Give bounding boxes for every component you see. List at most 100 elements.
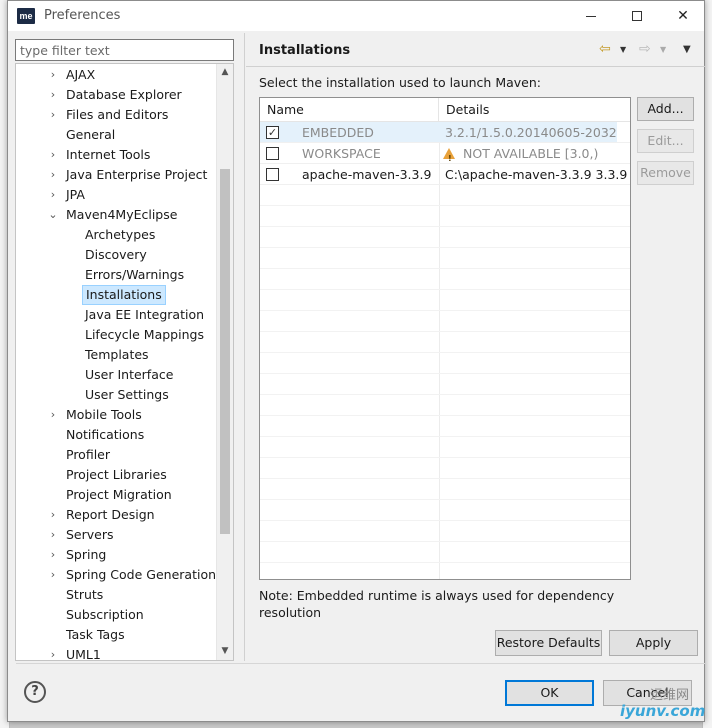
tree-item[interactable]: Task Tags <box>16 625 216 645</box>
column-header-details[interactable]: Details <box>439 98 630 122</box>
close-icon: ✕ <box>677 8 689 24</box>
help-icon[interactable]: ? <box>24 681 46 703</box>
expand-arrow-icon[interactable] <box>47 445 59 465</box>
tree-item[interactable]: › Internet Tools <box>16 145 216 165</box>
app-logo-icon: me <box>17 8 35 24</box>
tree-item-label: Errors/Warnings <box>85 267 185 282</box>
tree-item-label: UML1 <box>66 647 101 661</box>
tree-item-label: Report Design <box>66 507 155 522</box>
remove-button[interactable]: Remove <box>637 161 694 185</box>
tree-item[interactable]: Lifecycle Mappings <box>16 325 216 345</box>
tree-item[interactable]: Project Migration <box>16 485 216 505</box>
minimize-button[interactable] <box>568 1 614 31</box>
pane-divider[interactable] <box>244 33 245 661</box>
tree-item[interactable]: Errors/Warnings <box>16 265 216 285</box>
empty-table-row <box>260 395 630 416</box>
filter-input[interactable] <box>15 39 234 61</box>
tree-item[interactable]: Project Libraries <box>16 465 216 485</box>
tree-item[interactable]: Templates <box>16 345 216 365</box>
forward-menu-icon[interactable]: ▼ <box>660 45 666 54</box>
tree-item[interactable]: › Spring <box>16 545 216 565</box>
tree-item-label: Spring <box>66 547 107 562</box>
expand-arrow-icon[interactable] <box>47 125 59 145</box>
installation-name: WORKSPACE <box>302 146 381 161</box>
maximize-button[interactable] <box>614 1 660 31</box>
tree-item[interactable]: › Spring Code Generation <box>16 565 216 585</box>
table-row[interactable]: WORKSPACE ! NOT AVAILABLE [3.0,) <box>260 143 630 164</box>
expand-arrow-icon[interactable]: › <box>47 565 59 585</box>
expand-arrow-icon[interactable]: › <box>47 165 59 185</box>
expand-arrow-icon[interactable] <box>47 585 59 605</box>
column-header-name[interactable]: Name <box>260 98 439 122</box>
table-row[interactable]: apache-maven-3.3.9 C:\apache-maven-3.3.9… <box>260 164 630 185</box>
expand-arrow-icon[interactable]: › <box>47 505 59 525</box>
close-button[interactable]: ✕ <box>660 1 706 31</box>
tree-item[interactable]: Profiler <box>16 445 216 465</box>
page-header: Installations ⇦ ▼ ⇨ ▼ ▼ <box>246 33 705 67</box>
tree-item[interactable]: Struts <box>16 585 216 605</box>
tree-item[interactable]: Installations <box>16 285 216 305</box>
expand-arrow-icon[interactable]: › <box>47 65 59 85</box>
expand-arrow-icon[interactable]: › <box>47 405 59 425</box>
tree-item[interactable]: › Database Explorer <box>16 85 216 105</box>
tree-item[interactable]: › Java Enterprise Project <box>16 165 216 185</box>
expand-arrow-icon[interactable]: › <box>47 645 59 660</box>
expand-arrow-icon[interactable] <box>47 605 59 625</box>
tree-item[interactable]: › Servers <box>16 525 216 545</box>
expand-arrow-icon[interactable] <box>47 425 59 445</box>
expand-arrow-icon[interactable]: › <box>47 105 59 125</box>
scroll-down-icon[interactable]: ▼ <box>217 643 233 660</box>
tree-item-label: Profiler <box>66 447 111 462</box>
expand-arrow-icon[interactable] <box>47 465 59 485</box>
maximize-icon <box>632 11 642 21</box>
footer-separator <box>16 663 705 664</box>
window-title: Preferences <box>44 8 121 23</box>
tree-item[interactable]: › AJAX <box>16 65 216 85</box>
row-checkbox[interactable] <box>266 168 279 181</box>
tree-item[interactable]: Java EE Integration <box>16 305 216 325</box>
tree-scrollbar[interactable]: ▲ ▼ <box>216 64 233 660</box>
tree-item[interactable]: Discovery <box>16 245 216 265</box>
tree-item[interactable]: › JPA <box>16 185 216 205</box>
restore-defaults-button[interactable]: Restore Defaults <box>495 630 602 656</box>
tree-item[interactable]: › Files and Editors <box>16 105 216 125</box>
expand-arrow-icon[interactable] <box>47 625 59 645</box>
tree-item[interactable]: Archetypes <box>16 225 216 245</box>
scroll-up-icon[interactable]: ▲ <box>217 64 233 81</box>
tree-item-label: Notifications <box>66 427 145 442</box>
edit-button[interactable]: Edit... <box>637 129 694 153</box>
back-arrow-icon[interactable]: ⇦ <box>599 41 611 57</box>
tree-item-label: Internet Tools <box>66 147 151 162</box>
ok-button[interactable]: OK <box>505 680 594 706</box>
apply-button[interactable]: Apply <box>609 630 698 656</box>
tree-item[interactable]: › UML1 <box>16 645 216 661</box>
empty-table-row <box>260 332 630 353</box>
back-menu-icon[interactable]: ▼ <box>620 45 626 54</box>
expand-arrow-icon[interactable]: › <box>47 85 59 105</box>
tree-item[interactable]: › Report Design <box>16 505 216 525</box>
tree-item[interactable]: ⌄ Maven4MyEclipse <box>16 205 216 225</box>
empty-table-row <box>260 290 630 311</box>
expand-arrow-icon[interactable]: › <box>47 525 59 545</box>
tree-item[interactable]: User Interface <box>16 365 216 385</box>
expand-arrow-icon[interactable]: › <box>47 545 59 565</box>
view-menu-icon[interactable]: ▼ <box>683 44 691 55</box>
tree-item[interactable]: General <box>16 125 216 145</box>
tree-item[interactable]: Subscription <box>16 605 216 625</box>
tree-item[interactable]: › Mobile Tools <box>16 405 216 425</box>
table-row[interactable]: ✓ EMBEDDED 3.2.1/1.5.0.20140605-2032 <box>260 122 630 143</box>
row-checkbox[interactable] <box>266 147 279 160</box>
empty-table-row <box>260 269 630 290</box>
expand-arrow-icon[interactable]: › <box>47 185 59 205</box>
tree-item[interactable]: Notifications <box>16 425 216 445</box>
tree-item[interactable]: User Settings <box>16 385 216 405</box>
expand-arrow-icon[interactable] <box>47 485 59 505</box>
row-checkbox[interactable]: ✓ <box>266 126 279 139</box>
empty-table-row <box>260 353 630 374</box>
scroll-thumb[interactable] <box>220 169 230 534</box>
forward-arrow-icon[interactable]: ⇨ <box>639 41 651 57</box>
add-button[interactable]: Add... <box>637 97 694 121</box>
tree-item-label: Spring Code Generation <box>66 567 217 582</box>
expanded-arrow-icon[interactable]: ⌄ <box>47 205 59 225</box>
expand-arrow-icon[interactable]: › <box>47 145 59 165</box>
